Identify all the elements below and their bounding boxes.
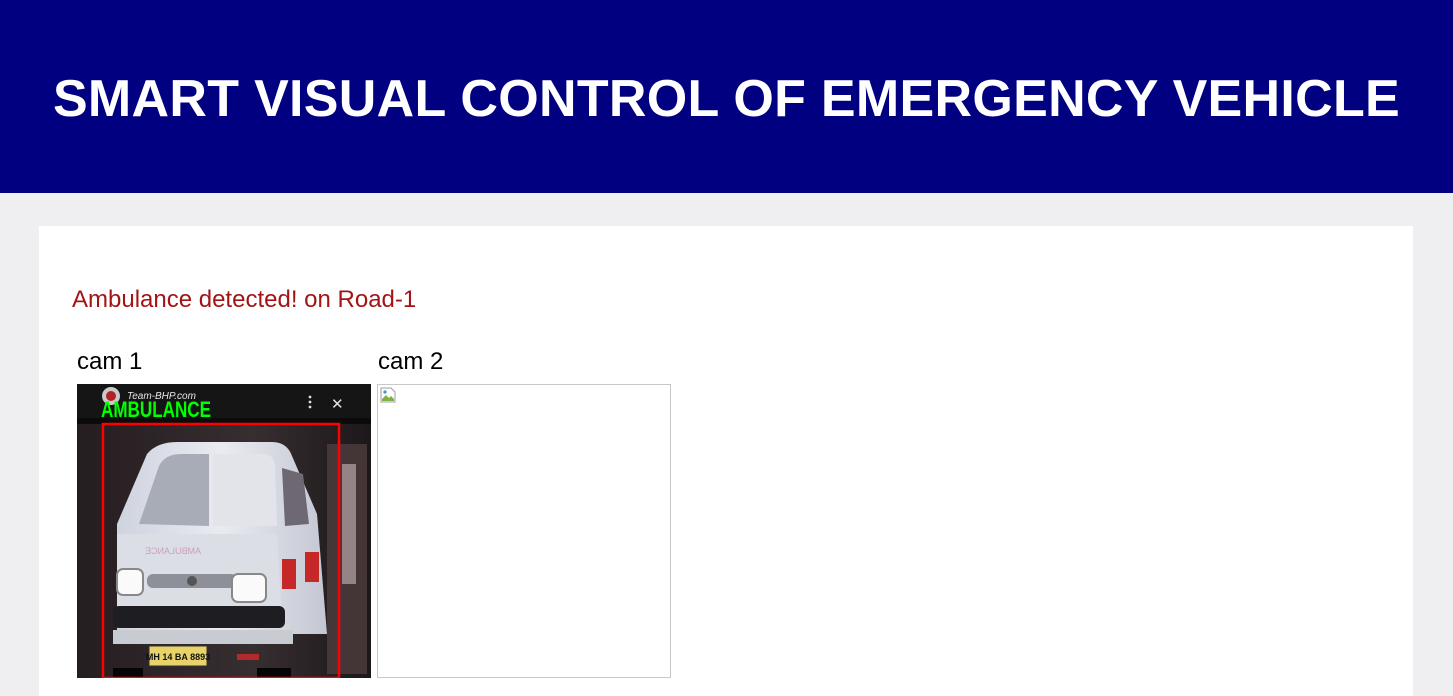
broken-image-icon (380, 387, 396, 403)
page-title: SMART VISUAL CONTROL OF EMERGENCY VEHICL… (52, 69, 1401, 128)
cam-2-label: cam 2 (378, 348, 444, 375)
close-icon: ✕ (331, 396, 344, 413)
app-header: SMART VISUAL CONTROL OF EMERGENCY VEHICL… (0, 0, 1453, 193)
license-plate: MH 14 BA 8893 (146, 652, 210, 662)
main-panel: Ambulance detected! on Road-1 cam 1 cam … (39, 226, 1413, 696)
vehicle-side-text: AMBULANCE (145, 546, 201, 556)
ambulance-camera-image: Team-BHP.com ✕ AMBULANCE MH 14 BA 8893 A… (77, 384, 371, 678)
cam-2-feed (377, 384, 671, 678)
cam-1-feed: Team-BHP.com ✕ AMBULANCE MH 14 BA 8893 A… (77, 384, 371, 678)
detection-label: AMBULANCE (101, 397, 211, 422)
cam-1-label: cam 1 (77, 348, 143, 375)
detection-alert: Ambulance detected! on Road-1 (72, 286, 417, 313)
